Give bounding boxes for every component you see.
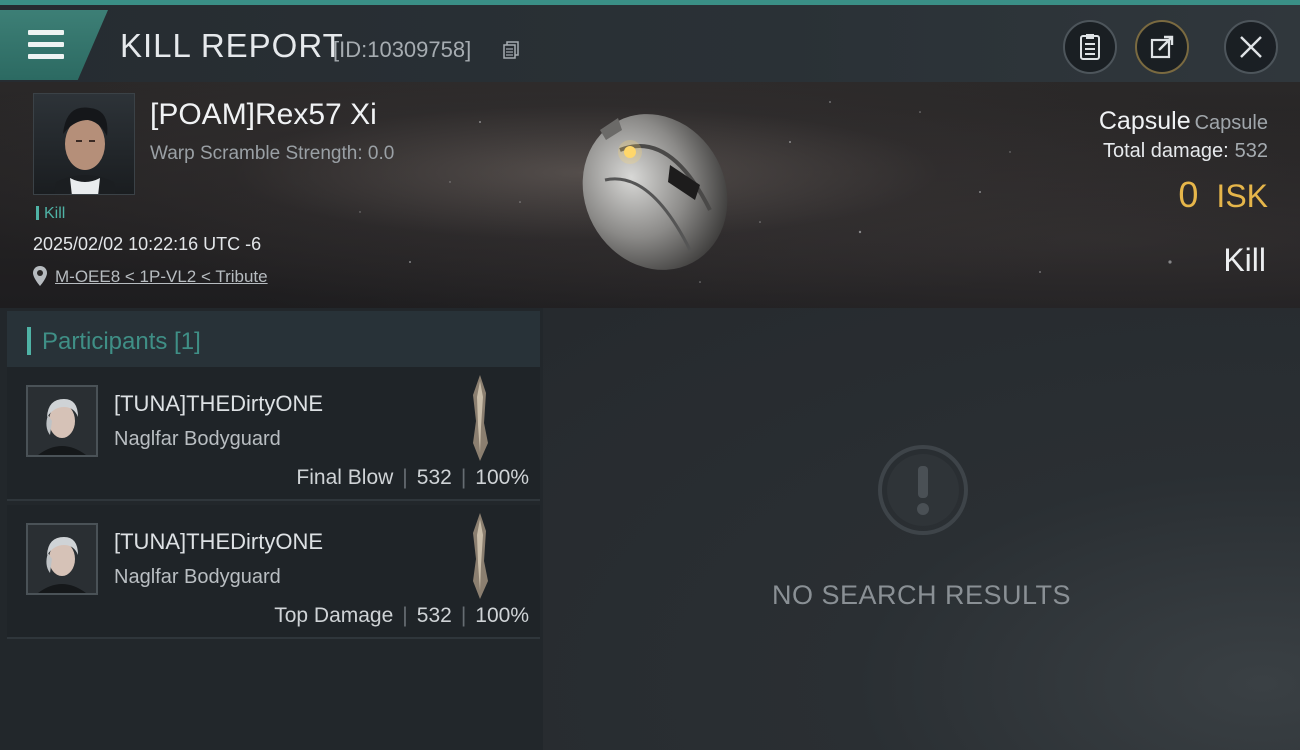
top-bar: KILL REPORT [ID:10309758] <box>0 0 1300 82</box>
hamburger-menu-icon <box>28 30 64 59</box>
close-button[interactable] <box>1224 20 1278 74</box>
participant-stats: Final Blow | 532 | 100% <box>296 466 529 490</box>
participant-percent: 100% <box>475 466 529 489</box>
victim-ship-name: Capsule Capsule <box>1099 107 1268 136</box>
participant-percent: 100% <box>475 604 529 627</box>
participant-name[interactable]: [TUNA]THEDirtyONE <box>114 529 323 555</box>
naglfar-ship-icon <box>473 513 488 599</box>
header-accent <box>27 327 31 355</box>
copy-icon[interactable] <box>503 41 519 59</box>
participant-stats: Top Damage | 532 | 100% <box>274 604 529 628</box>
kill-location-link[interactable]: M-OEE8 < 1P-VL2 < Tribute <box>55 267 268 287</box>
participant-avatar[interactable] <box>26 385 98 457</box>
victim-summary: [POAM]Rex57 Xi Warp Scramble Strength: 0… <box>0 82 1300 308</box>
stat-separator: | <box>460 466 467 489</box>
capsule-ship-image <box>582 114 728 270</box>
menu-button[interactable] <box>0 10 108 80</box>
warp-scramble-strength: Warp Scramble Strength: 0.0 <box>150 143 395 164</box>
exclamation-circle-icon <box>878 445 968 535</box>
participants-title: Participants [1] <box>42 328 201 355</box>
results-panel: NO SEARCH RESULTS <box>543 308 1300 750</box>
report-button[interactable] <box>1063 20 1117 74</box>
victim-ship-type: Capsule <box>1098 107 1191 135</box>
participant-damage: 532 <box>416 604 452 627</box>
page-title: KILL REPORT <box>120 27 344 64</box>
naglfar-ship-icon <box>473 375 488 461</box>
participant-row[interactable]: [TUNA]THEDirtyONE Naglfar Bodyguard Fina… <box>7 367 540 501</box>
participant-role: Top Damage <box>274 604 394 627</box>
kill-result: Kill <box>1223 242 1266 278</box>
participant-avatar[interactable] <box>26 523 98 595</box>
location-pin-icon <box>33 266 47 286</box>
share-icon <box>1150 35 1174 59</box>
participant-role: Final Blow <box>296 466 394 489</box>
isk-amount: 0 <box>1178 174 1199 215</box>
participant-damage: 532 <box>416 466 452 489</box>
no-results-message: NO SEARCH RESULTS <box>771 580 1072 610</box>
participant-ship: Naglfar Bodyguard <box>114 566 281 588</box>
stat-separator: | <box>402 466 408 489</box>
kill-datetime: 2025/02/02 10:22:16 UTC -6 <box>33 234 262 254</box>
kill-id: [ID:10309758] <box>333 37 472 62</box>
close-icon <box>1240 36 1262 58</box>
share-button[interactable] <box>1135 20 1189 74</box>
participant-ship: Naglfar Bodyguard <box>114 428 281 450</box>
clipboard-icon <box>1080 34 1100 60</box>
participant-name[interactable]: [TUNA]THEDirtyONE <box>114 391 323 417</box>
total-damage-value: 532 <box>1234 140 1268 162</box>
isk-unit: ISK <box>1216 178 1268 214</box>
participant-row[interactable]: [TUNA]THEDirtyONE Naglfar Bodyguard Top … <box>7 505 540 639</box>
total-damage-label: Total damage: <box>1102 140 1229 162</box>
isk-value: 0 ISK <box>1178 174 1268 216</box>
stat-separator: | <box>402 604 408 627</box>
stat-separator: | <box>460 604 467 627</box>
participants-header: Participants [1] <box>7 311 540 367</box>
victim-avatar[interactable] <box>33 93 135 195</box>
victim-ship-class: Capsule <box>1194 112 1268 134</box>
participants-panel: Participants [1] [TUNA]THEDirtyONE Naglf… <box>0 308 543 750</box>
victim-name[interactable]: [POAM]Rex57 Xi <box>150 98 377 132</box>
total-damage: Total damage: 532 <box>1103 140 1268 163</box>
kill-tag: Kill <box>36 205 65 223</box>
